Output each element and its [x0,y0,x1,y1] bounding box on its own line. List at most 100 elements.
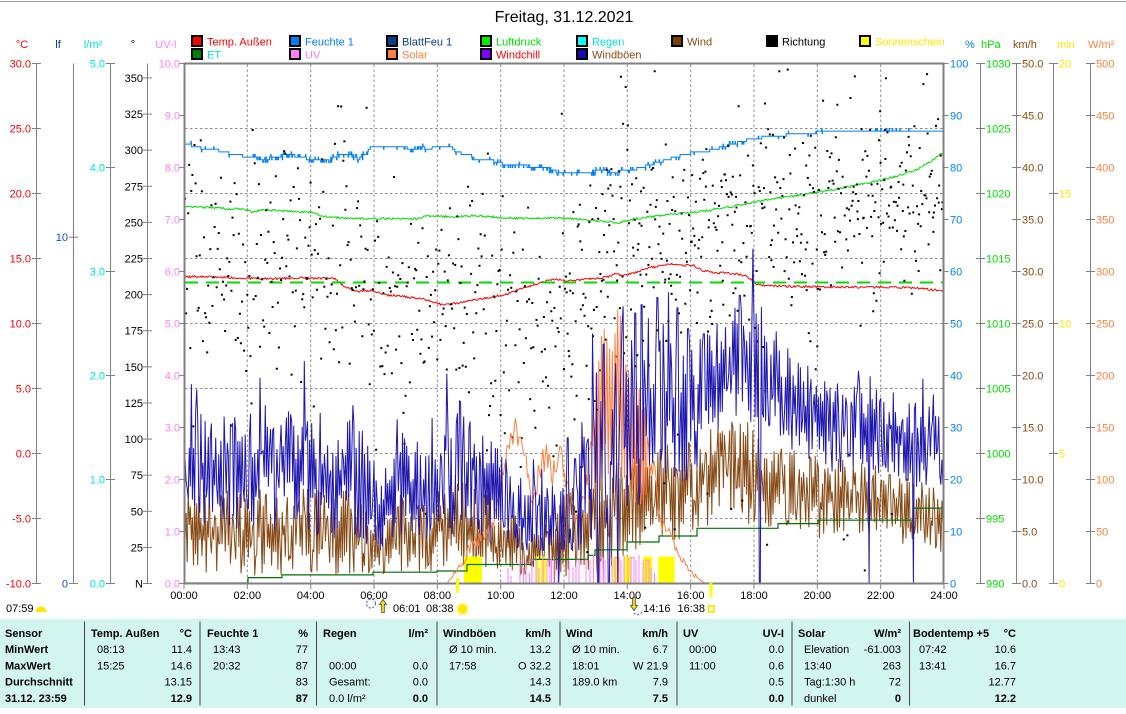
svg-text:45.0: 45.0 [1022,111,1043,123]
svg-text:22:00: 22:00 [867,590,895,602]
svg-text:40.0: 40.0 [1022,163,1043,175]
svg-text:14:16: 14:16 [643,603,671,615]
svg-text:14.5: 14.5 [530,693,551,705]
svg-text:10: 10 [56,232,68,244]
svg-text:dunkel: dunkel [804,693,836,705]
svg-text:990: 990 [986,579,1004,591]
svg-text:15.0: 15.0 [10,254,31,266]
svg-text:7.0: 7.0 [165,215,180,227]
svg-text:Freitag, 31.12.2021: Freitag, 31.12.2021 [495,9,634,26]
svg-text:16.7: 16.7 [995,660,1016,672]
svg-text:Wind: Wind [566,628,593,640]
svg-text:UV-I: UV-I [763,628,784,640]
svg-text:-10.0: -10.0 [6,579,31,591]
svg-text:O 32.2: O 32.2 [518,660,551,672]
svg-text:16:00: 16:00 [677,590,705,602]
svg-text:08:00: 08:00 [424,590,452,602]
svg-text:12:00: 12:00 [550,590,578,602]
svg-text:00:00: 00:00 [329,660,357,672]
svg-text:20.0: 20.0 [10,189,31,201]
svg-text:24:00: 24:00 [930,590,958,602]
svg-text:07:59: 07:59 [6,603,34,615]
svg-text:0.0: 0.0 [90,579,105,591]
svg-text:100: 100 [950,59,968,71]
svg-text:km/h: km/h [642,628,668,640]
svg-text:15.0: 15.0 [1022,423,1043,435]
svg-text:Temp. Außen: Temp. Außen [207,37,272,49]
svg-text:1025: 1025 [986,124,1010,136]
svg-text:%: % [965,39,975,51]
svg-text:31.12. 23:59: 31.12. 23:59 [5,693,67,705]
svg-text:275: 275 [125,181,143,193]
svg-text:87: 87 [296,693,308,705]
svg-text:UV: UV [305,50,321,62]
svg-text:0: 0 [1059,579,1065,591]
svg-text:150: 150 [1096,423,1114,435]
svg-text:00:00: 00:00 [170,590,198,602]
svg-text:13.2: 13.2 [530,644,551,656]
svg-text:30.0: 30.0 [10,59,31,71]
svg-text:10:00: 10:00 [487,590,515,602]
svg-text:3.0: 3.0 [90,267,105,279]
svg-text:13:43: 13:43 [213,644,241,656]
svg-text:325: 325 [125,109,143,121]
svg-text:0: 0 [950,579,956,591]
svg-text:lf: lf [55,39,61,51]
svg-text:70: 70 [950,215,962,227]
svg-text:-61.003: -61.003 [864,644,901,656]
svg-text:°C: °C [1004,628,1016,640]
svg-text:6.0: 6.0 [165,267,180,279]
svg-text:83: 83 [296,677,308,689]
svg-text:100: 100 [1096,475,1114,487]
svg-text:Bodentemp +5: Bodentemp +5 [913,628,989,640]
svg-text:75: 75 [131,470,143,482]
svg-text:06:01: 06:01 [393,603,421,615]
svg-text:6.7: 6.7 [653,644,668,656]
svg-text:0.0: 0.0 [16,449,31,461]
svg-text:995: 995 [986,514,1004,526]
svg-text:1010: 1010 [986,319,1010,331]
svg-text:Regen: Regen [592,37,624,49]
svg-text:0.0 l/m²: 0.0 l/m² [329,693,366,705]
svg-text:08:38: 08:38 [426,603,454,615]
svg-text:50: 50 [950,319,962,331]
svg-text:300: 300 [125,145,143,157]
svg-text:350: 350 [1096,215,1114,227]
svg-text:50: 50 [1096,527,1108,539]
svg-text:4.0: 4.0 [165,371,180,383]
svg-text:35.0: 35.0 [1022,215,1043,227]
svg-text:l/m²: l/m² [408,628,428,640]
svg-text:17:58: 17:58 [449,660,477,672]
svg-text:Durchschnitt: Durchschnitt [5,677,73,689]
svg-text:hPa: hPa [981,39,1001,51]
svg-text:km/h: km/h [1013,39,1037,51]
svg-text:1000: 1000 [986,449,1010,461]
svg-text:14.3: 14.3 [530,677,551,689]
svg-text:02:00: 02:00 [234,590,262,602]
svg-text:20.0: 20.0 [1022,371,1043,383]
svg-text:200: 200 [1096,371,1114,383]
svg-text:2.0: 2.0 [90,371,105,383]
svg-text:°C: °C [180,628,192,640]
svg-text:Sonnenschein: Sonnenschein [875,37,945,49]
svg-text:0.0: 0.0 [165,579,180,591]
svg-text:4.0: 4.0 [90,163,105,175]
svg-text:5: 5 [1059,449,1065,461]
svg-text:10.0: 10.0 [159,59,180,71]
svg-text:11.4: 11.4 [171,644,192,656]
svg-text:189.0 km: 189.0 km [572,677,617,689]
svg-text:15:25: 15:25 [97,660,125,672]
svg-text:Feuchte 1: Feuchte 1 [305,37,354,49]
svg-text:°C: °C [16,39,28,51]
svg-text:km/h: km/h [525,628,551,640]
svg-text:400: 400 [1096,163,1114,175]
svg-text:Tag:1:30 h: Tag:1:30 h [804,677,855,689]
svg-text:12.9: 12.9 [171,693,192,705]
svg-text:0.0: 0.0 [769,693,784,705]
svg-text:Richtung: Richtung [782,37,825,49]
svg-text:18:01: 18:01 [572,660,600,672]
svg-text:20: 20 [1059,59,1071,71]
svg-text:2.0: 2.0 [165,475,180,487]
svg-text:72: 72 [889,677,901,689]
svg-text:0: 0 [62,579,68,591]
